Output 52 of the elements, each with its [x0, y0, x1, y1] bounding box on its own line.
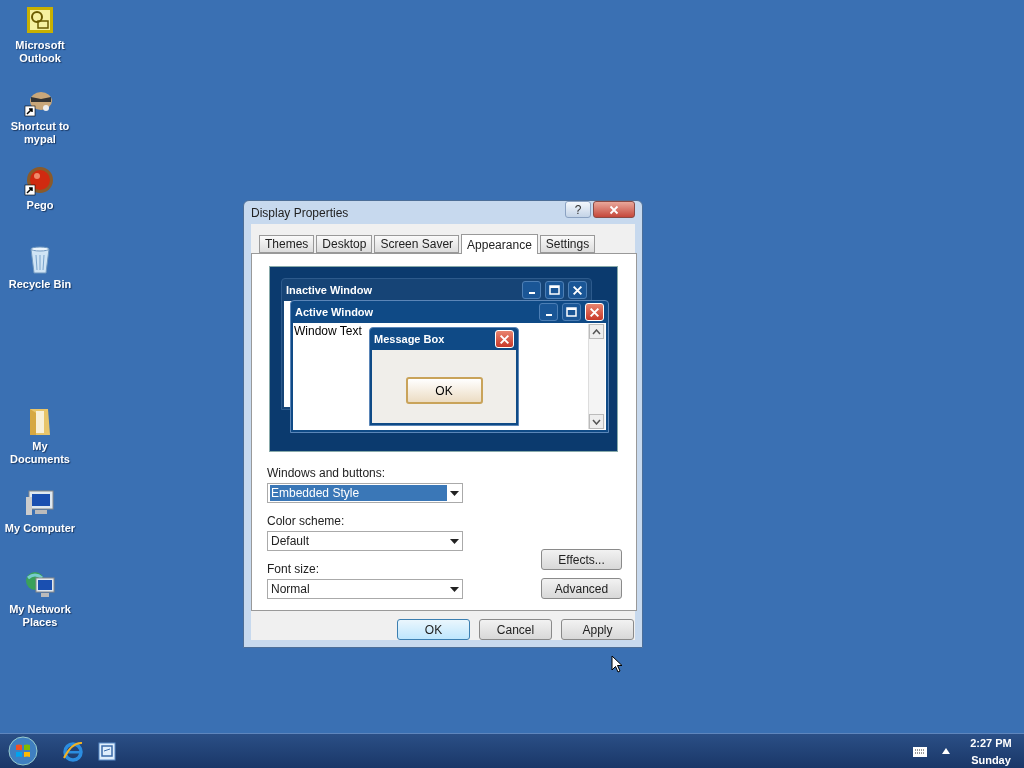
- help-button[interactable]: ?: [565, 201, 591, 218]
- close-icon: [589, 306, 600, 318]
- desktop-icon-label[interactable]: My Computer: [4, 522, 76, 535]
- window-title: Message Box: [374, 333, 445, 345]
- field-label: Color scheme:: [267, 514, 346, 530]
- recycle-icon[interactable]: [30, 246, 50, 274]
- up-arrow-icon[interactable]: [942, 748, 950, 754]
- tab[interactable]: Desktop: [316, 235, 373, 253]
- tab[interactable]: Screen Saver: [374, 235, 460, 253]
- window-text: Window Text: [293, 323, 363, 340]
- dropdown[interactable]: Normal: [267, 579, 463, 599]
- desktop-icon-label[interactable]: Pego: [26, 199, 54, 212]
- button[interactable]: Effects...: [541, 549, 622, 570]
- close-icon: [572, 284, 583, 296]
- clock-day: Sunday: [971, 753, 1011, 766]
- dropdown[interactable]: Embedded Style: [267, 483, 463, 503]
- window-title: Active Window: [295, 306, 374, 318]
- clock-time: 2:27 PM: [970, 736, 1012, 749]
- notepad-icon[interactable]: [96, 740, 118, 762]
- window-title: Inactive Window: [286, 284, 373, 296]
- tab[interactable]: Themes: [259, 235, 315, 253]
- network-icon[interactable]: [26, 572, 55, 597]
- dropdown[interactable]: Default: [267, 531, 463, 551]
- cursor-icon: [611, 655, 623, 673]
- field-label: Windows and buttons:: [267, 466, 387, 482]
- keyboard-icon[interactable]: [912, 744, 928, 758]
- folder-icon[interactable]: [30, 409, 50, 435]
- button[interactable]: Advanced: [541, 578, 622, 599]
- desktop-icon-label[interactable]: Shortcut to mypal: [10, 120, 70, 146]
- maximize-icon: [549, 285, 560, 295]
- tab[interactable]: Appearance: [461, 234, 538, 254]
- field-label: Font size:: [267, 562, 321, 578]
- desktop-icon-label[interactable]: Microsoft Outlook: [15, 39, 65, 65]
- browser-icon[interactable]: [62, 740, 84, 762]
- close-icon: [609, 204, 619, 215]
- computer-icon[interactable]: [26, 490, 54, 515]
- close-button[interactable]: [593, 201, 635, 218]
- start-button[interactable]: [8, 736, 38, 766]
- desktop-icon-label[interactable]: My Network Places: [9, 603, 71, 629]
- close-icon: [499, 333, 510, 345]
- desktop-icon-label[interactable]: Recycle Bin: [8, 278, 72, 291]
- caret-icon: [450, 490, 459, 496]
- tab[interactable]: Settings: [539, 235, 596, 253]
- button[interactable]: Apply: [561, 619, 634, 640]
- desktop-icon-label[interactable]: My Documents: [10, 440, 70, 466]
- button[interactable]: OK: [397, 619, 470, 640]
- button[interactable]: Cancel: [479, 619, 552, 640]
- caret-icon: [450, 538, 459, 544]
- window-title: Display Properties: [251, 205, 349, 220]
- ok-button[interactable]: OK: [405, 377, 483, 404]
- caret-icon: [450, 586, 459, 592]
- maximize-icon: [566, 307, 577, 317]
